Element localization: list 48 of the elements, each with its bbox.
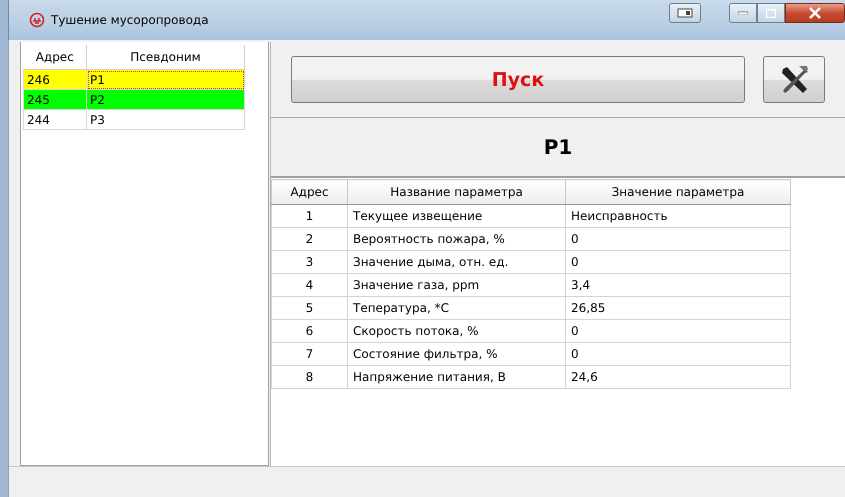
table-cell: 0 (566, 250, 790, 274)
close-icon (808, 7, 822, 19)
column-header[interactable]: Значение параметра (566, 180, 790, 204)
table-cell: 244 (24, 110, 86, 130)
minimize-icon (738, 11, 748, 15)
table-cell: 2 (272, 228, 348, 250)
table-cell: Напряжение питания, В (348, 366, 566, 388)
table-cell: 8 (272, 366, 348, 388)
table-cell: Состояние фильтра, % (348, 342, 566, 366)
maximize-button[interactable] (757, 3, 785, 23)
close-button[interactable] (785, 3, 845, 23)
table-cell: 3,4 (566, 274, 790, 296)
start-button[interactable]: Пуск (291, 56, 745, 103)
window-title: Тушение мусоропровода (51, 13, 209, 27)
table-cell: P3 (86, 110, 244, 130)
table-cell: 26,85 (566, 296, 790, 320)
device-title: P1 (544, 135, 572, 159)
window-icon (677, 8, 693, 18)
table-cell: 245 (24, 90, 86, 110)
column-header[interactable]: Адрес (24, 45, 86, 70)
table-cell: Вероятность пожара, % (348, 228, 566, 250)
table-cell: 24,6 (566, 366, 790, 388)
switch-window-button[interactable] (669, 3, 701, 23)
minimize-button[interactable] (729, 3, 757, 23)
maximize-icon (766, 8, 776, 18)
table-cell: Неисправность (566, 204, 790, 228)
table-cell: 0 (566, 228, 790, 250)
table-cell: Тепература, *С (348, 296, 566, 320)
table-cell: Значение газа, ppm (348, 274, 566, 296)
table-cell: 3 (272, 250, 348, 274)
table-cell: 246 (24, 70, 86, 90)
table-cell: 0 (566, 320, 790, 342)
table-cell: 6 (272, 320, 348, 342)
settings-button[interactable] (763, 56, 825, 103)
table-cell: Значение дыма, отн. ед. (348, 250, 566, 274)
table-cell: 7 (272, 342, 348, 366)
column-header[interactable]: Адрес (272, 180, 348, 204)
table-cell: 0 (566, 342, 790, 366)
table-cell: 1 (272, 204, 348, 228)
table-cell: P1 (86, 70, 244, 90)
table-cell: P2 (86, 90, 244, 110)
app-logo-icon (29, 12, 45, 28)
column-header[interactable]: Название параметра (348, 180, 566, 204)
table-cell: 5 (272, 296, 348, 320)
table-cell: Текущее извещение (348, 204, 566, 228)
table-cell: Скорость потока, % (348, 320, 566, 342)
column-header[interactable]: Псевдоним (86, 45, 244, 70)
table-cell: 4 (272, 274, 348, 296)
